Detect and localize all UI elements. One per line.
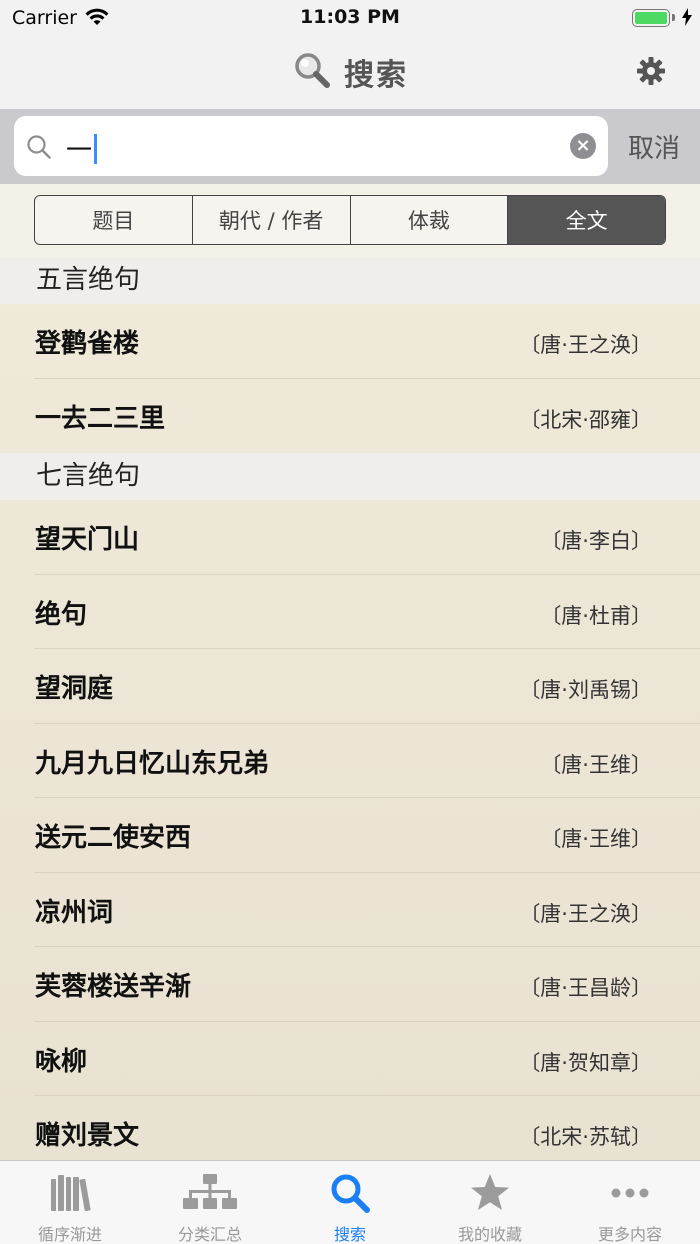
books-icon [48,1171,92,1215]
results-list: 五言绝句 登鹳雀楼 〔唐·王之涣〕 一去二三里 〔北宋·邵雍〕 七言绝句 望天门… [0,257,700,1160]
search-scope-segmented-control: 题目 朝代 / 作者 体裁 全文 [34,195,666,245]
poem-author: 〔唐·王之涣〕 [519,901,652,926]
poem-author: 〔唐·王维〕 [540,752,652,777]
poem-title: 凉州词 [35,897,114,928]
list-item[interactable]: 咏柳 〔唐·贺知章〕 [0,1022,700,1097]
segment-full-text[interactable]: 全文 [508,196,665,244]
poem-author: 〔唐·贺知章〕 [519,1050,652,1075]
settings-gear-icon[interactable] [636,56,666,90]
poem-title: 赠刘景文 [35,1121,140,1151]
cancel-button[interactable]: 取消 [628,128,680,165]
poem-author: 〔唐·王昌龄〕 [519,976,652,1000]
section-header: 五言绝句 [0,257,700,304]
poem-title: 一去二三里 [35,403,166,434]
poem-author: 〔唐·王之涣〕 [519,333,652,357]
list-item[interactable]: 登鹳雀楼 〔唐·王之涣〕 [0,304,700,379]
star-icon [468,1171,512,1215]
search-icon [328,1171,372,1215]
list-item[interactable]: 芙蓉楼送辛渐 〔唐·王昌龄〕 [0,947,700,1022]
scope-selector-area: 题目 朝代 / 作者 体裁 全文 [0,184,700,256]
tab-sequential[interactable]: 循序渐进 [0,1161,140,1244]
status-bar: Carrier 11:03 PM [0,0,700,40]
nav-title-group: 搜索 [0,50,700,94]
poem-title: 望天门山 [35,525,140,555]
list-item[interactable]: 凉州词 〔唐·王之涣〕 [0,873,700,948]
list-item[interactable]: 送元二使安西 〔唐·王维〕 [0,798,700,873]
text-caret [94,133,98,164]
poem-title: 望洞庭 [35,674,114,704]
tab-label: 我的收藏 [457,1225,522,1244]
search-input[interactable]: 一 × [14,116,608,176]
navigation-bar: 搜索 [0,40,700,110]
list-item[interactable]: 九月九日忆山东兄弟 〔唐·王维〕 [0,724,700,799]
tab-label: 更多内容 [597,1225,662,1244]
list-item[interactable]: 绝句 〔唐·杜甫〕 [0,575,700,650]
poem-title: 绝句 [35,599,88,630]
list-item[interactable]: 赠刘景文 〔北宋·苏轼〕 [0,1096,700,1160]
list-item[interactable]: 望天门山 〔唐·李白〕 [0,500,700,575]
poem-author: 〔唐·李白〕 [540,529,652,553]
tab-label: 分类汇总 [177,1225,242,1244]
poem-author: 〔北宋·苏轼〕 [519,1125,652,1149]
charging-icon [682,8,692,31]
list-item[interactable]: 望洞庭 〔唐·刘禹锡〕 [0,649,700,724]
battery-icon [632,9,670,27]
poem-author: 〔唐·刘禹锡〕 [519,678,652,702]
magnifier-icon [292,50,332,94]
poem-title: 登鹳雀楼 [35,329,140,359]
tab-label: 循序渐进 [37,1225,102,1244]
list-item[interactable]: 一去二三里 〔北宋·邵雍〕 [0,379,700,454]
tab-search[interactable]: 搜索 [280,1161,420,1244]
hierarchy-icon [182,1171,238,1215]
segment-dynasty-author[interactable]: 朝代 / 作者 [193,196,351,244]
search-bar: 一 × 取消 [0,110,700,184]
poem-author: 〔北宋·邵雍〕 [519,407,652,432]
section-header: 七言绝句 [0,453,700,500]
segment-genre[interactable]: 体裁 [351,196,509,244]
tab-categories[interactable]: 分类汇总 [140,1161,280,1244]
clear-search-button[interactable]: × [570,133,596,159]
segment-title[interactable]: 题目 [35,196,193,244]
battery-tip [672,14,675,21]
tab-label: 搜索 [333,1225,366,1244]
poem-title: 芙蓉楼送辛渐 [35,972,192,1002]
tab-favorites[interactable]: 我的收藏 [420,1161,560,1244]
tab-more[interactable]: 更多内容 [560,1161,700,1244]
poem-author: 〔唐·杜甫〕 [540,603,652,628]
search-field-icon [26,134,52,164]
poem-title: 九月九日忆山东兄弟 [35,748,270,779]
poem-title: 咏柳 [35,1046,88,1077]
page-title: 搜索 [344,58,408,93]
poem-author: 〔唐·王维〕 [540,827,652,851]
clock: 11:03 PM [300,6,400,28]
tab-bar: 循序渐进 分类汇总 搜索 我的收藏 更多内容 [0,1160,700,1244]
more-icon [608,1171,652,1215]
poem-title: 送元二使安西 [35,823,192,853]
search-input-value[interactable]: 一 [66,130,98,167]
